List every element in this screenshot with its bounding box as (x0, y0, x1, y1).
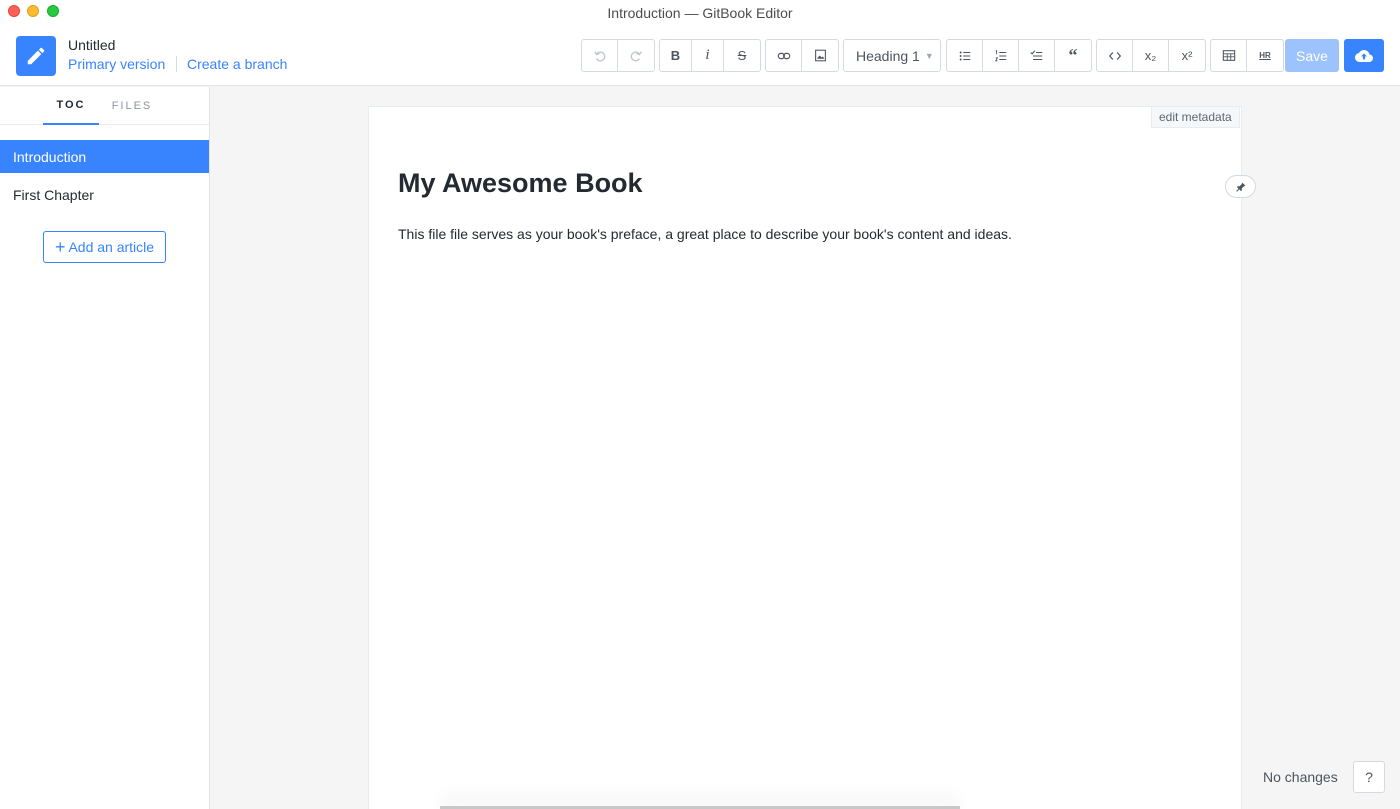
bold-button[interactable]: B (660, 40, 692, 71)
create-branch-link[interactable]: Create a branch (187, 56, 287, 72)
strikethrough-button[interactable]: S (724, 40, 760, 71)
pin-icon (1235, 182, 1245, 192)
undo-button[interactable] (582, 40, 618, 71)
image-icon (814, 49, 826, 62)
quote-icon: “ (1068, 45, 1078, 65)
title-bar: Introduction — GitBook Editor (0, 0, 1400, 26)
undo-icon (593, 50, 605, 61)
plus-icon: + (54, 237, 66, 257)
block-format-group: “ (946, 39, 1092, 72)
pencil-icon (16, 36, 56, 76)
help-button[interactable]: ? (1353, 761, 1385, 793)
table-hr-group: HR (1210, 39, 1284, 72)
cloud-upload-icon (1355, 49, 1373, 62)
primary-version-link[interactable]: Primary version (68, 56, 165, 72)
task-list-icon (1030, 49, 1043, 60)
link-button[interactable] (766, 40, 802, 71)
editor-header: Untitled Primary version Create a branch… (0, 26, 1400, 86)
link-icon (777, 52, 790, 59)
subscript-button[interactable]: x₂ (1133, 40, 1169, 71)
redo-button[interactable] (618, 40, 654, 71)
book-title: Untitled (68, 37, 116, 53)
toc-item-first-chapter[interactable]: First Chapter (0, 178, 209, 211)
status-text: No changes (1263, 769, 1338, 785)
redo-icon (630, 50, 642, 61)
numbered-list-button[interactable] (983, 40, 1019, 71)
table-icon (1222, 50, 1235, 61)
edit-metadata-button[interactable]: edit metadata (1151, 106, 1240, 128)
bullet-list-button[interactable] (947, 40, 983, 71)
pin-button[interactable] (1225, 175, 1256, 198)
sidebar: TOC FILES Introduction First Chapter + A… (0, 87, 210, 809)
superscript-button[interactable]: x² (1169, 40, 1205, 71)
inline-format-group: B i S (659, 39, 761, 72)
italic-button[interactable]: i (692, 40, 724, 71)
document-title[interactable]: My Awesome Book (398, 168, 643, 199)
blockquote-button[interactable]: “ (1055, 40, 1091, 71)
tab-files[interactable]: FILES (104, 87, 160, 125)
task-list-button[interactable] (1019, 40, 1055, 71)
code-icon (1108, 51, 1121, 60)
add-article-button[interactable]: + Add an article (43, 231, 166, 263)
table-button[interactable] (1211, 40, 1247, 71)
tab-toc[interactable]: TOC (43, 87, 99, 125)
image-button[interactable] (802, 40, 838, 71)
history-group (581, 39, 655, 72)
bullet-list-icon (959, 51, 970, 60)
heading-select[interactable]: Heading 1 ▼ (843, 39, 941, 72)
publish-button[interactable] (1344, 39, 1384, 72)
sidebar-tabs: TOC FILES (0, 87, 209, 125)
link-divider (176, 56, 177, 72)
code-button[interactable] (1097, 40, 1133, 71)
heading-select-value: Heading 1 (856, 47, 920, 64)
toc-item-introduction[interactable]: Introduction (0, 140, 209, 173)
add-article-label: Add an article (68, 239, 155, 255)
code-script-group: x₂ x² (1096, 39, 1206, 72)
numbered-list-icon (994, 49, 1006, 61)
document-body[interactable]: This file file serves as your book's pre… (398, 226, 1012, 242)
editor-page[interactable] (368, 106, 1242, 809)
horizontal-rule-button[interactable]: HR (1247, 40, 1283, 71)
caret-down-icon: ▼ (924, 50, 934, 61)
save-button[interactable]: Save (1285, 39, 1339, 72)
insert-group (765, 39, 839, 72)
window-title: Introduction — GitBook Editor (607, 5, 793, 21)
